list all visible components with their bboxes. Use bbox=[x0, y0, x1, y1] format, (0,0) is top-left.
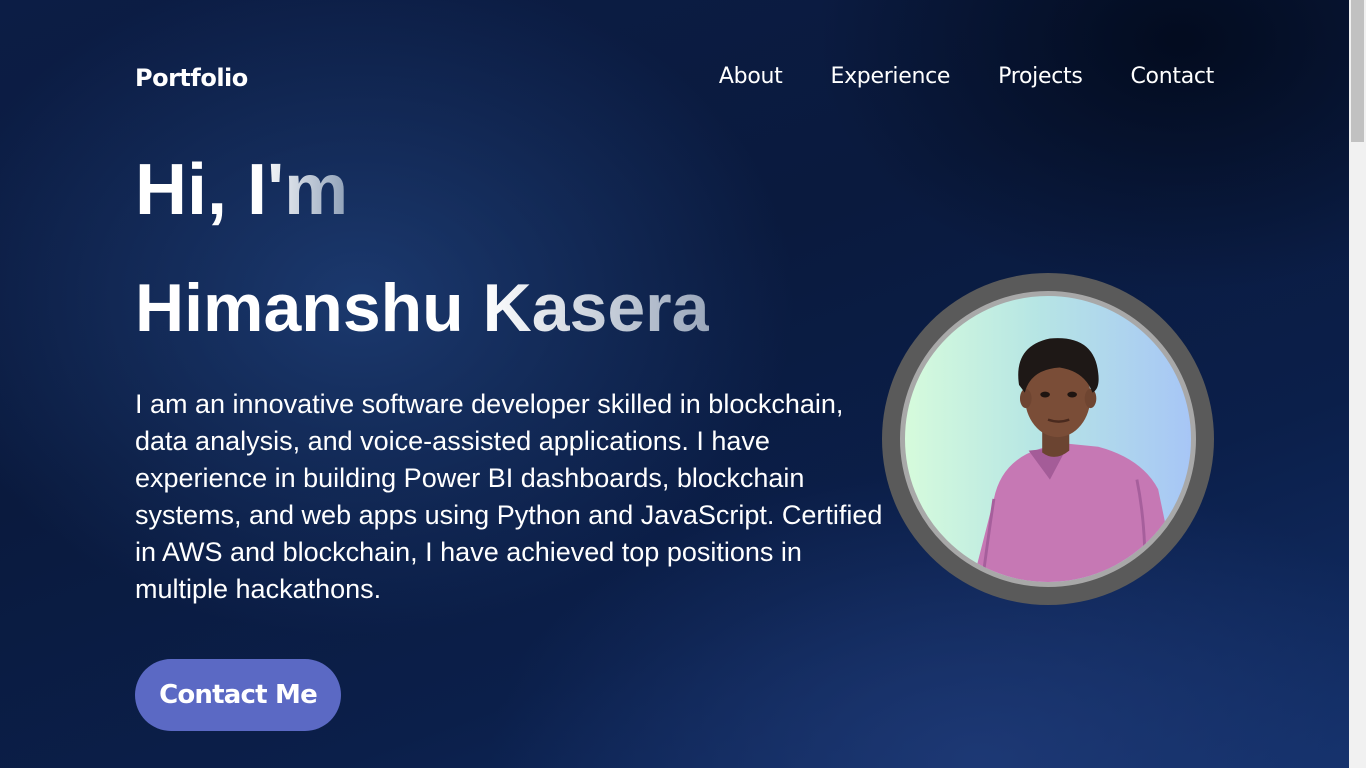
page-scrollbar[interactable] bbox=[1349, 0, 1366, 768]
hero-description: I am an innovative software developer sk… bbox=[135, 389, 883, 604]
nav-link-about[interactable]: About bbox=[719, 64, 783, 89]
main-nav: About Experience Projects Contact bbox=[719, 64, 1214, 89]
hero-greeting: Hi, I'm bbox=[135, 150, 349, 230]
nav-link-contact[interactable]: Contact bbox=[1131, 64, 1215, 89]
brand-logo[interactable]: Portfolio bbox=[135, 64, 248, 92]
profile-picture-frame bbox=[882, 273, 1214, 605]
nav-link-projects[interactable]: Projects bbox=[998, 64, 1083, 89]
hero-name: Himanshu Kasera bbox=[135, 266, 709, 350]
scrollbar-thumb[interactable] bbox=[1351, 0, 1364, 142]
nav-link-experience[interactable]: Experience bbox=[830, 64, 950, 89]
person-portrait-image bbox=[972, 338, 1178, 582]
contact-me-button[interactable]: Contact Me bbox=[135, 659, 341, 731]
profile-photo bbox=[900, 291, 1196, 587]
